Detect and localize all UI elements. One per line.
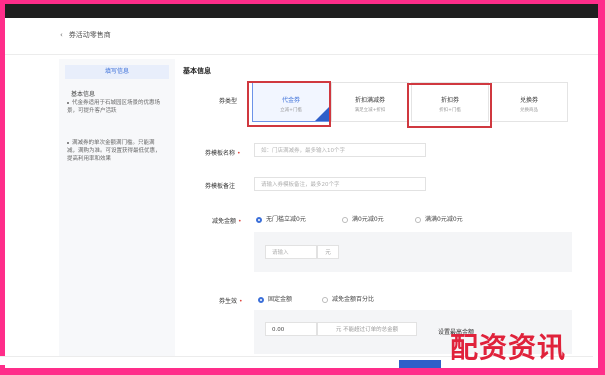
- amount-input[interactable]: 请输入: [265, 245, 317, 259]
- threshold-radio-no-threshold[interactable]: 无门槛立减0元: [256, 214, 306, 223]
- threshold-radio-over[interactable]: 满0元减0元: [342, 214, 384, 223]
- breadcrumb-text: 券活动零售商: [68, 31, 111, 39]
- radio-icon: [258, 296, 264, 303]
- condition-radio-percent[interactable]: 减免金额百分比: [322, 294, 374, 303]
- window-titlebar: [5, 4, 598, 18]
- breadcrumb-bar: ‹ 券活动零售商: [5, 18, 598, 55]
- threshold-label: 减免金额 •: [212, 218, 242, 225]
- submit-button[interactable]: [399, 360, 441, 368]
- template-note-input[interactable]: 请输入券模板备注，最多20个字: [254, 177, 426, 191]
- back-arrow-icon[interactable]: ‹: [60, 31, 63, 39]
- name-label: 券模板名称 •: [205, 150, 241, 157]
- coupon-type-card-discount-reduce[interactable]: 折扣满减券 满足立减+折扣: [331, 82, 409, 122]
- sidebar-guide: 填写信息 基本信息 代金券适用于石城园区场景的优惠场景，可提升客户活跃 满减券的…: [59, 59, 175, 359]
- radio-icon: [256, 216, 262, 223]
- sidebar-tip-1: 代金券适用于石城园区场景的优惠场景，可提升客户活跃: [67, 100, 161, 114]
- highlight-box: [407, 83, 492, 128]
- note-label: 券模板备注: [205, 183, 236, 190]
- type-label: 券类型: [219, 98, 238, 105]
- sidebar-title: 填写信息: [65, 65, 169, 79]
- breadcrumb[interactable]: ‹ 券活动零售商: [60, 30, 111, 40]
- section-title: 基本信息: [183, 67, 211, 75]
- condition-label: 券生效 •: [219, 298, 243, 305]
- coupon-type-card-exchange[interactable]: 兑换券 兑换商品: [490, 82, 568, 122]
- watermark-text: 配资资讯: [450, 331, 567, 364]
- condition-radio-fixed[interactable]: 固定金额: [258, 294, 292, 303]
- threshold-radio-every[interactable]: 满满0元减0元: [415, 214, 463, 223]
- highlight-box: [247, 81, 331, 127]
- condition-unit: 元 不能超过订单的总金额: [317, 322, 417, 336]
- condition-amount-input[interactable]: 0.00: [265, 322, 317, 336]
- template-name-input[interactable]: 如：门店满减券，最多输入10个字: [254, 143, 426, 157]
- radio-icon: [342, 216, 348, 223]
- amount-unit: 元: [317, 245, 339, 259]
- bullet-icon: [67, 101, 69, 104]
- sidebar-tip-2: 满减券的单次金额满门槛。只能满减，满购为准。可设置获得最低优惠，提高利用率和效果: [67, 140, 161, 162]
- bullet-icon: [67, 141, 69, 144]
- radio-icon: [322, 296, 328, 303]
- sidebar-heading: 基本信息: [71, 91, 96, 98]
- radio-icon: [415, 216, 421, 223]
